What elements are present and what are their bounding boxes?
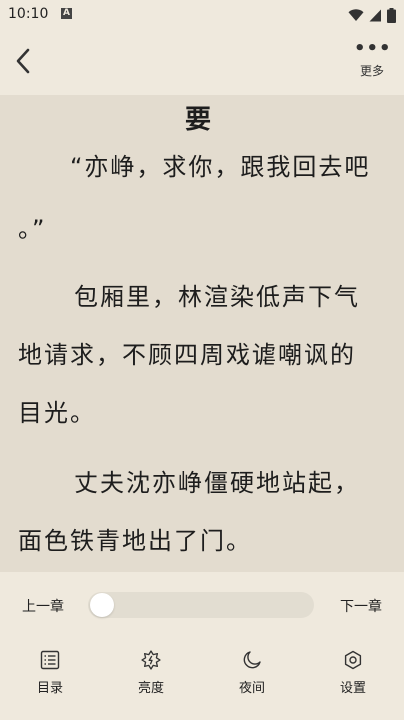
- reader-content[interactable]: 要 “亦峥，求你，跟我回去吧 。” 包厢里，林渲染低声下气 地请求，不顾四周戏谑…: [0, 95, 404, 572]
- text-line: 地请求，不顾四周戏谑嘲讽的: [18, 341, 356, 369]
- wifi-icon: [348, 8, 364, 21]
- status-bar: 10:10 A: [0, 0, 404, 30]
- text-line: 面色铁青地出了门。: [18, 527, 252, 555]
- reader-bottom-panel: 上一章 下一章 目录 亮度 夜间 设置: [0, 572, 404, 720]
- chapter-progress-slider[interactable]: [88, 592, 314, 618]
- list-icon: [40, 650, 60, 670]
- reader-top-bar: ••• 更多: [0, 30, 404, 95]
- menu-label: 设置: [339, 681, 366, 696]
- text-line: 。”: [18, 215, 47, 243]
- menu-catalog[interactable]: 目录: [20, 648, 80, 696]
- text-line: 包厢里，林渲染低声下气: [74, 283, 360, 311]
- more-icon: •••: [354, 38, 392, 59]
- brightness-icon: [141, 650, 161, 670]
- menu-label: 夜间: [238, 681, 265, 696]
- menu-brightness[interactable]: 亮度: [121, 648, 181, 696]
- menu-settings[interactable]: 设置: [323, 648, 383, 696]
- moon-icon: [243, 651, 261, 669]
- signal-icon: [369, 9, 381, 21]
- text-line: 丈夫沈亦峥僵硬地站起，: [74, 469, 360, 497]
- battery-icon: [387, 7, 396, 23]
- settings-icon: [344, 650, 362, 670]
- chapter-heading: 要: [184, 105, 211, 135]
- status-icons: [348, 7, 396, 23]
- menu-night-mode[interactable]: 夜间: [222, 648, 282, 696]
- next-chapter-button[interactable]: 下一章: [340, 596, 382, 616]
- menu-label: 亮度: [137, 681, 164, 696]
- text-line: “亦峥，求你，跟我回去吧: [70, 153, 371, 181]
- notification-icon: A: [61, 8, 72, 19]
- menu-label: 目录: [36, 681, 63, 696]
- status-time: 10:10: [8, 6, 49, 22]
- slider-handle[interactable]: [90, 593, 114, 617]
- back-button[interactable]: [10, 45, 38, 77]
- more-button[interactable]: ••• 更多: [354, 38, 392, 86]
- more-label: 更多: [359, 64, 384, 78]
- text-line: 目光。: [18, 399, 96, 427]
- back-arrow-icon: [16, 48, 30, 74]
- reader-menu: 目录 亮度 夜间 设置: [0, 648, 404, 704]
- prev-chapter-button[interactable]: 上一章: [22, 596, 64, 616]
